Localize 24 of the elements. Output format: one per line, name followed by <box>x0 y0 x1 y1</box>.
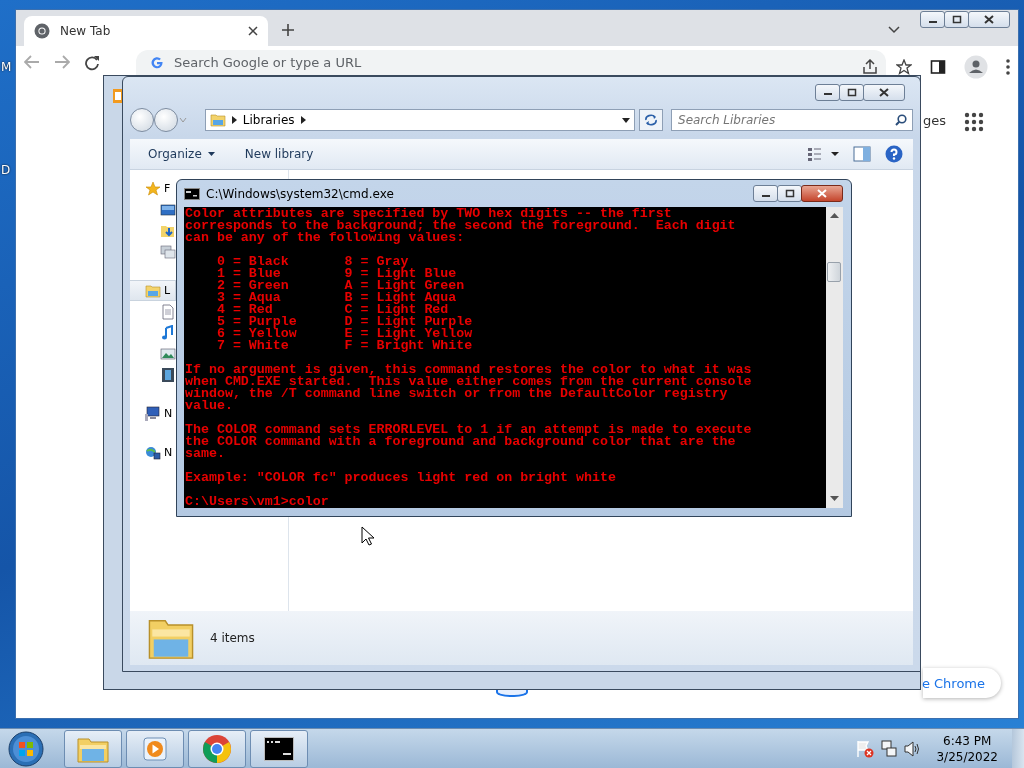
window-title: C:\Windows\system32\cmd.exe <box>206 186 395 201</box>
address-placeholder: Search Google or type a URL <box>174 55 362 70</box>
console-text: If no argument is given, this command restores the color to what it was when CMD.EXE started. This value either comes from the current console window, the /T command line switch or from the DefaultColor registry value. <box>185 364 753 412</box>
nav-item[interactable]: L <box>130 280 176 301</box>
address-bar[interactable]: Search Google or type a URL <box>136 50 886 75</box>
item-count: 4 items <box>210 631 255 645</box>
search-field[interactable]: Search Libraries <box>671 109 913 131</box>
console-text: Color attributes are specified by TWO hex digits -- the first corresponds to the background; the second the foreground. Each digit can be any of the following values: <box>185 208 737 244</box>
clock[interactable]: 6:43 PM 3/25/2022 <box>936 732 998 765</box>
nav-item[interactable]: F <box>130 178 176 199</box>
console-text: Example: "COLOR fc" produces light red on bright white <box>185 472 617 484</box>
nav-item[interactable]: N <box>130 403 176 424</box>
toolbar-button[interactable]: Organize <box>148 147 215 161</box>
desktop-icon-label: M <box>1 60 12 74</box>
link-text[interactable]: ges <box>923 113 947 128</box>
customize-button[interactable]: e Chrome <box>923 668 1001 698</box>
browser-tab[interactable]: New Tab <box>24 16 268 46</box>
console-text: C:\Users\vm1>color <box>185 496 330 508</box>
console-text: The COLOR command sets ERRORLEVEL to 1 if an attempt is made to execute the COLOR command with a foreground and background color that are the same. <box>185 424 753 460</box>
address-field[interactable]: Libraries <box>204 109 636 131</box>
toolbar-button[interactable]: New library <box>244 147 314 161</box>
desktop-icon-label: D <box>1 163 11 177</box>
console-text: 0 = Black 8 = Gray 1 = Blue 9 = Light Blue 2 = Green A = Light Green 3 = Aqua B = Light Aqua 4 = Red C = Light Red 5 = Purple D = Light Purple 6 = Yellow E = Light Yellow 7 = White F = Bright White <box>215 256 474 352</box>
nav-item[interactable]: N <box>130 442 176 463</box>
